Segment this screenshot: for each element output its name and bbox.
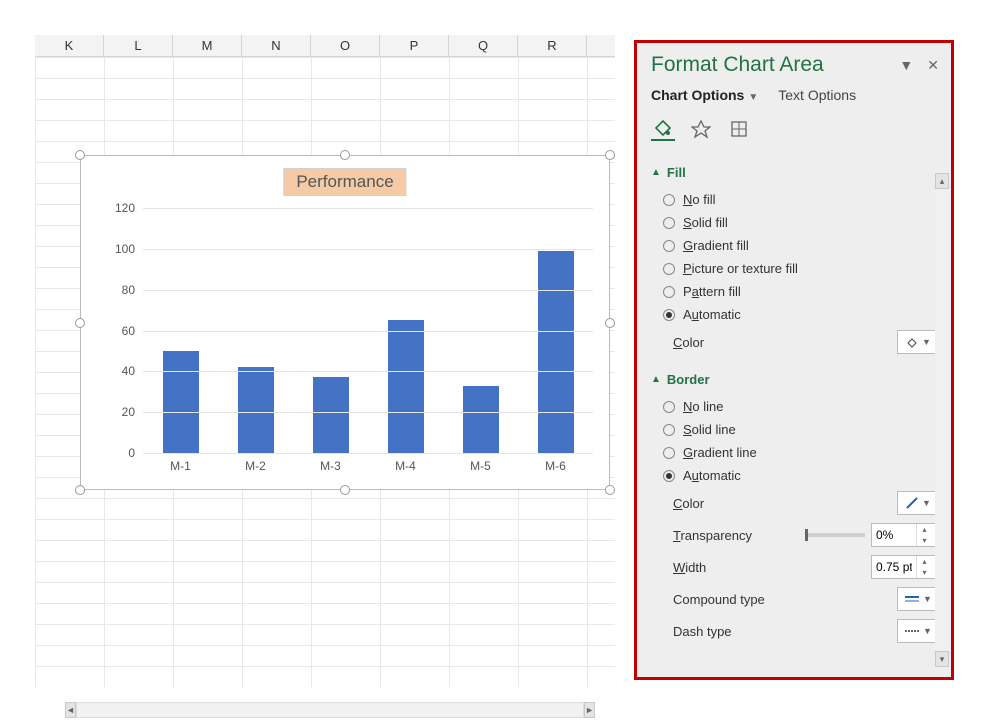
resize-handle[interactable] [75, 150, 85, 160]
bar[interactable] [463, 386, 499, 453]
dash-type-label: Dash type [673, 624, 732, 639]
border-option-gradient[interactable]: Gradient line [663, 441, 941, 464]
column-header[interactable]: P [380, 35, 449, 56]
border-section: ▲Border No line Solid line Gradient line… [637, 360, 951, 649]
pane-vertical-scrollbar[interactable]: ▴ ▾ [935, 173, 949, 667]
scroll-down-button[interactable]: ▾ [935, 651, 949, 667]
resize-handle[interactable] [340, 150, 350, 160]
bar[interactable] [388, 320, 424, 453]
chart-title[interactable]: Performance [283, 168, 406, 196]
pane-options-dropdown[interactable]: ▼ [899, 57, 913, 74]
tab-text-options[interactable]: Text Options [778, 87, 856, 103]
column-header[interactable]: L [104, 35, 173, 56]
fill-color-picker[interactable]: ▼ [897, 330, 939, 354]
scroll-left-button[interactable]: ◄ [65, 702, 76, 718]
width-spinner[interactable]: ▴▾ [871, 555, 939, 579]
y-tick-label: 60 [122, 324, 135, 338]
border-option-automatic[interactable]: Automatic [663, 464, 941, 487]
fill-section: ▲Fill No fill Solid fill Gradient fill P… [637, 153, 951, 360]
fill-line-icon[interactable] [651, 117, 675, 141]
fill-option-no-fill[interactable]: No fill [663, 188, 941, 211]
plot-area[interactable] [143, 208, 593, 453]
column-header[interactable]: Q [449, 35, 518, 56]
x-axis: M-1M-2M-3M-4M-5M-6 [143, 459, 593, 479]
resize-handle[interactable] [605, 318, 615, 328]
chart-object[interactable]: Performance 0 20 40 60 80 100 120 M-1M-2M-3M-4… [80, 155, 610, 490]
x-tick-label: M-4 [368, 459, 443, 479]
y-tick-label: 40 [122, 364, 135, 378]
x-tick-label: M-2 [218, 459, 293, 479]
resize-handle[interactable] [75, 485, 85, 495]
compound-type-label: Compound type [673, 592, 765, 607]
pane-title: Format Chart Area [651, 53, 824, 77]
y-tick-label: 120 [115, 201, 135, 215]
tab-chart-options[interactable]: Chart Options▼ [651, 87, 758, 103]
bar[interactable] [163, 351, 199, 453]
x-tick-label: M-5 [443, 459, 518, 479]
dash-type-picker[interactable]: ▼ [897, 619, 939, 643]
fill-color-label: Color [673, 335, 704, 350]
transparency-slider[interactable] [805, 533, 865, 537]
y-tick-label: 20 [122, 405, 135, 419]
compound-type-picker[interactable]: ▼ [897, 587, 939, 611]
fill-option-gradient[interactable]: Gradient fill [663, 234, 941, 257]
close-icon[interactable]: ✕ [927, 57, 939, 74]
scroll-right-button[interactable]: ► [584, 702, 595, 718]
effects-icon[interactable] [689, 117, 713, 141]
size-properties-icon[interactable] [727, 117, 751, 141]
column-header[interactable]: O [311, 35, 380, 56]
border-color-label: Color [673, 496, 704, 511]
transparency-label: Transparency [673, 528, 752, 543]
column-header[interactable]: R [518, 35, 587, 56]
category-icons [637, 113, 951, 153]
border-section-header[interactable]: ▲Border [651, 372, 941, 387]
resize-handle[interactable] [75, 318, 85, 328]
y-tick-label: 100 [115, 242, 135, 256]
scroll-track[interactable] [935, 189, 949, 651]
format-chart-area-pane: Format Chart Area ▼ ✕ Chart Options▼ Tex… [634, 40, 954, 680]
bar[interactable] [238, 367, 274, 453]
scroll-up-button[interactable]: ▴ [935, 173, 949, 189]
transparency-spinner[interactable]: ▴▾ [871, 523, 939, 547]
width-label: Width [673, 560, 706, 575]
pane-header: Format Chart Area ▼ ✕ [637, 43, 951, 83]
fill-section-header[interactable]: ▲Fill [651, 165, 941, 180]
fill-option-solid[interactable]: Solid fill [663, 211, 941, 234]
y-tick-label: 0 [128, 446, 135, 460]
scroll-track[interactable] [76, 702, 584, 718]
worksheet-horizontal-scrollbar[interactable]: ◄ ► [65, 702, 595, 718]
border-color-picker[interactable]: ▼ [897, 491, 939, 515]
y-axis: 020406080100120 [109, 208, 139, 453]
border-option-no-line[interactable]: No line [663, 395, 941, 418]
column-header[interactable]: K [35, 35, 104, 56]
y-tick-label: 80 [122, 283, 135, 297]
column-header[interactable]: N [242, 35, 311, 56]
fill-option-pattern[interactable]: Pattern fill [663, 280, 941, 303]
option-tabs: Chart Options▼ Text Options [637, 83, 951, 113]
column-header[interactable]: M [173, 35, 242, 56]
resize-handle[interactable] [340, 485, 350, 495]
bar[interactable] [538, 251, 574, 453]
x-tick-label: M-6 [518, 459, 593, 479]
bar[interactable] [313, 377, 349, 453]
x-tick-label: M-3 [293, 459, 368, 479]
border-option-solid[interactable]: Solid line [663, 418, 941, 441]
column-headers: KLMNOPQR [35, 35, 615, 57]
resize-handle[interactable] [605, 485, 615, 495]
fill-option-automatic[interactable]: Automatic [663, 303, 941, 326]
worksheet[interactable]: KLMNOPQR Performance 0 20 40 60 80 100 120 M-1… [35, 35, 615, 685]
x-tick-label: M-1 [143, 459, 218, 479]
resize-handle[interactable] [605, 150, 615, 160]
fill-option-picture[interactable]: Picture or texture fill [663, 257, 941, 280]
